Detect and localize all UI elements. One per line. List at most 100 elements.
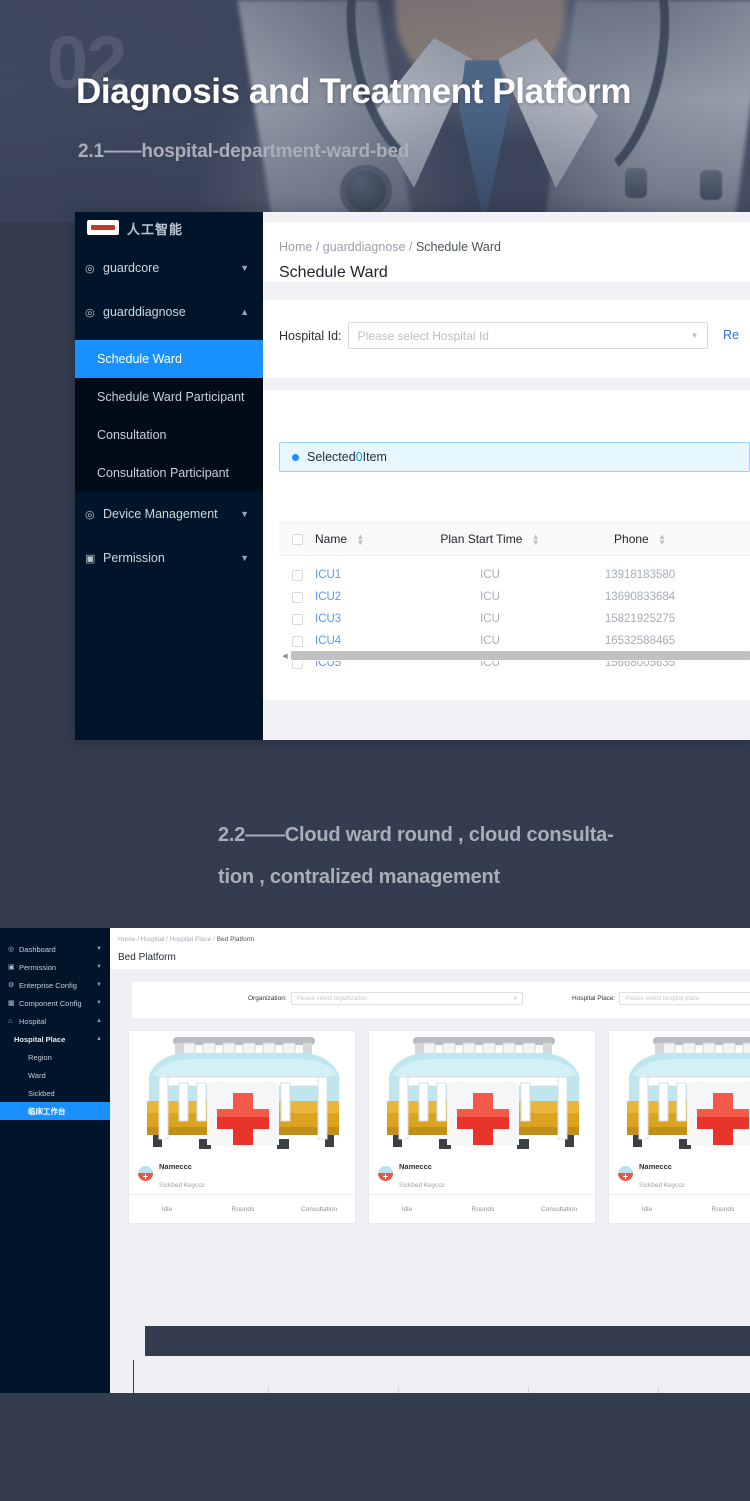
sidebar-item-enterprise-config[interactable]: ⚙ Enterprise Config ▼ <box>0 976 110 994</box>
info-circle-icon <box>292 453 299 461</box>
shot2-content: Home / Hospital / Hospital Place / Bed P… <box>110 928 750 1393</box>
bed-action-rounds[interactable]: Rounds <box>445 1206 521 1213</box>
sort-icon[interactable]: ▲ ▼ <box>658 532 666 546</box>
breadcrumb-home[interactable]: Home <box>118 936 135 943</box>
hospital-bed-icon <box>129 1031 355 1153</box>
sidebar-item-label: Consultation <box>97 428 167 442</box>
bed-action-idle[interactable]: Idle <box>369 1206 445 1213</box>
sort-icon[interactable]: ▲ ▼ <box>356 532 364 546</box>
breadcrumb-home[interactable]: Home <box>279 240 312 254</box>
table-row[interactable]: ICU4 ICU 16532588465 <box>279 630 750 652</box>
row-checkbox-cell[interactable] <box>279 635 315 647</box>
sidebar-item-consultation-participant[interactable]: Consultation Participant <box>75 454 263 492</box>
sidebar-item-permission[interactable]: ▣ Permission ▼ <box>0 958 110 976</box>
cell-name[interactable]: ICU1 <box>315 569 415 581</box>
breadcrumb-level3[interactable]: Hospital Place <box>170 936 212 943</box>
slide-occluder-bar <box>145 1326 750 1356</box>
checkbox-icon[interactable] <box>291 613 303 625</box>
bed-key: Sickbed Keyccc <box>399 1181 445 1189</box>
organization-filter: Organization: Please select organization… <box>248 992 523 1005</box>
hospital-place-select[interactable]: Please select hospital place ▼ <box>619 992 750 1005</box>
circle-check-icon: ◎ <box>85 306 95 319</box>
breadcrumb-level2[interactable]: Hospital <box>141 936 164 943</box>
page-title: Diagnosis and Treatment Platform <box>76 72 632 111</box>
sidebar-item-hospital[interactable]: ⌂ Hospital ▲ <box>0 1012 110 1030</box>
column-header-name[interactable]: Name ▲ ▼ <box>315 532 415 546</box>
sidebar-item-guardcore[interactable]: ◎ guardcore ▼ <box>75 246 263 290</box>
sidebar-item-schedule-ward-participant[interactable]: Schedule Ward Participant <box>75 378 263 416</box>
chevron-down-icon: ▼ <box>96 982 102 988</box>
axis-tick <box>268 1387 269 1393</box>
circle-check-icon: ◎ <box>85 262 95 275</box>
table-row[interactable]: ICU1 ICU 13918183580 <box>279 564 750 586</box>
sidebar-item-label: Device Management <box>103 507 218 521</box>
dashboard-icon: ◎ <box>8 946 15 953</box>
bed-card-actions: Idle Rounds Consultation <box>369 1194 595 1223</box>
chevron-down-icon: ▼ <box>96 1000 102 1006</box>
chevron-down-icon: ▼ <box>96 964 102 970</box>
scroll-left-arrow-icon[interactable]: ◀ <box>279 652 291 660</box>
checkbox-icon[interactable] <box>291 569 303 581</box>
bed-action-rounds[interactable]: Rounds <box>685 1206 750 1213</box>
select-all-cell[interactable] <box>279 533 315 545</box>
bed-card[interactable]: Nameccc Sickbed Keyccc Idle Rounds Consu… <box>368 1030 596 1224</box>
sidebar-item-sickbed[interactable]: Sickbed <box>0 1084 110 1102</box>
hospital-place-placeholder: Please select hospital place <box>625 995 700 1002</box>
bed-card-actions: Idle Rounds Consultation <box>609 1194 750 1223</box>
hospital-bed-icon <box>369 1031 595 1153</box>
section2-line2: tion , contralized management <box>218 866 501 888</box>
sidebar-item-permission[interactable]: ▣ Permission ▼ <box>75 536 263 580</box>
scrollbar-thumb[interactable] <box>291 651 750 660</box>
bed-card-info: Nameccc Sickbed Keyccc <box>609 1153 750 1194</box>
cell-name[interactable]: ICU3 <box>315 613 415 625</box>
checkbox-icon[interactable] <box>291 533 303 545</box>
shot1-sidebar: 人工智能 ◎ guardcore ▼ ◎ guarddiagnose ▲ Sch… <box>75 212 263 740</box>
sidebar-item-label: 临床工作台 <box>28 1106 66 1116</box>
bed-action-idle[interactable]: Idle <box>609 1206 685 1213</box>
bed-card-info: Nameccc Sickbed Keyccc <box>129 1153 355 1194</box>
sidebar-item-guarddiagnose[interactable]: ◎ guarddiagnose ▲ <box>75 290 263 334</box>
column-header-phone[interactable]: Phone ▲ ▼ <box>565 532 715 546</box>
sidebar-item-component-config[interactable]: ▦ Component Config ▼ <box>0 994 110 1012</box>
sidebar-item-region[interactable]: Region <box>0 1048 110 1066</box>
sidebar-item-clinical-workstation[interactable]: 临床工作台 <box>0 1102 110 1120</box>
horizontal-scrollbar[interactable]: ◀ <box>279 650 750 661</box>
sort-icon[interactable]: ▲ ▼ <box>532 532 540 546</box>
sidebar-item-hospital-place[interactable]: Hospital Place ▲ <box>0 1030 110 1048</box>
hospital-id-filter: Hospital Id: Please select Hospital Id ▼ <box>279 322 708 349</box>
bed-action-idle[interactable]: Idle <box>129 1206 205 1213</box>
breadcrumb-level2[interactable]: guarddiagnose <box>323 240 406 254</box>
cell-plan-start-time: ICU <box>480 613 500 625</box>
selection-alert-suffix: Item <box>362 450 387 464</box>
table-row[interactable]: ICU2 ICU 13690833684 <box>279 586 750 608</box>
row-checkbox-cell[interactable] <box>279 569 315 581</box>
checkbox-icon[interactable] <box>291 591 303 603</box>
row-checkbox-cell[interactable] <box>279 613 315 625</box>
sidebar-item-ward[interactable]: Ward <box>0 1066 110 1084</box>
bed-card[interactable]: Nameccc Sickbed Keyccc Idle Rounds Consu… <box>608 1030 750 1224</box>
sidebar-item-dashboard[interactable]: ◎ Dashboard ▼ <box>0 940 110 958</box>
column-header-plan-start-time[interactable]: Plan Start Time ▲ ▼ <box>415 532 565 546</box>
app-logo[interactable]: 人工智能 <box>81 212 256 238</box>
cell-name[interactable]: ICU4 <box>315 635 415 647</box>
bed-action-rounds[interactable]: Rounds <box>205 1206 281 1213</box>
cell-name[interactable]: ICU2 <box>315 591 415 603</box>
chevron-down-icon: ▼ <box>240 509 249 519</box>
organization-select[interactable]: Please select organization ▼ <box>290 992 523 1005</box>
shield-icon: ▣ <box>8 964 15 971</box>
sidebar-item-label: Dashboard <box>19 944 56 954</box>
presentation-slide: 02 Diagnosis and Treatment Platform 2.1—… <box>0 0 750 1501</box>
bed-action-consultation[interactable]: Consultation <box>521 1206 595 1213</box>
checkbox-icon[interactable] <box>291 635 303 647</box>
table-row[interactable]: ICU3 ICU 15821925275 <box>279 608 750 630</box>
row-checkbox-cell[interactable] <box>279 591 315 603</box>
shot2-sidebar: ◎ Dashboard ▼ ▣ Permission ▼ ⚙ Enterpris… <box>0 928 110 1393</box>
sidebar-item-consultation[interactable]: Consultation <box>75 416 263 454</box>
reset-button[interactable]: Re <box>723 328 739 342</box>
bed-card[interactable]: Nameccc Sickbed Keyccc Idle Rounds Consu… <box>128 1030 356 1224</box>
hospital-id-select[interactable]: Please select Hospital Id ▼ <box>347 322 708 349</box>
sidebar-item-schedule-ward[interactable]: Schedule Ward <box>75 340 263 378</box>
sidebar-item-device-management[interactable]: ◎ Device Management ▼ <box>75 492 263 536</box>
sidebar-item-label: Schedule Ward <box>97 352 182 366</box>
bed-action-consultation[interactable]: Consultation <box>281 1206 355 1213</box>
